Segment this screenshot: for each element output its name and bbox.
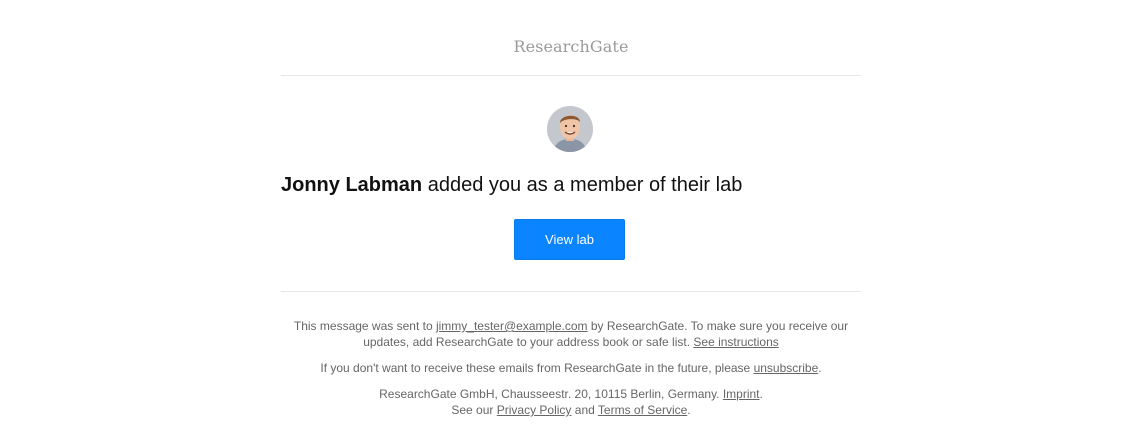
header-divider [281, 75, 861, 76]
actor-name[interactable]: Jonny Labman [281, 174, 422, 196]
terms-suffix: . [687, 403, 691, 417]
brand-logo-text[interactable]: ResearchGate [281, 37, 861, 56]
imprint-link[interactable]: Imprint [723, 387, 760, 401]
user-avatar-icon [547, 106, 593, 152]
unsub-suffix: . [818, 361, 822, 375]
imprint-suffix: . [759, 387, 763, 401]
see-instructions-link[interactable]: See instructions [693, 335, 778, 349]
notification-headline: Jonny Labman added you as a member of th… [281, 174, 861, 197]
footer-sent-notice: This message was sent to jimmy_tester@ex… [271, 318, 871, 350]
see-our-text: See our [451, 403, 497, 417]
privacy-policy-link[interactable]: Privacy Policy [497, 403, 572, 417]
avatar[interactable] [547, 106, 593, 152]
sent-prefix: This message was sent to [293, 319, 436, 333]
terms-of-service-link[interactable]: Terms of Service [598, 403, 687, 417]
company-address: ResearchGate GmbH, Chausseestr. 20, 1011… [379, 387, 723, 401]
recipient-email-link[interactable]: jimmy_tester@example.com [436, 319, 588, 333]
and-text: and [571, 403, 598, 417]
notification-message: added you as a member of their lab [422, 174, 743, 196]
footer-unsubscribe-notice: If you don't want to receive these email… [271, 360, 871, 376]
footer-legal: ResearchGate GmbH, Chausseestr. 20, 1011… [271, 386, 871, 418]
view-lab-button[interactable]: View lab [514, 219, 625, 260]
footer-divider [281, 291, 861, 292]
unsubscribe-link[interactable]: unsubscribe [754, 361, 819, 375]
unsub-prefix: If you don't want to receive these email… [320, 361, 754, 375]
